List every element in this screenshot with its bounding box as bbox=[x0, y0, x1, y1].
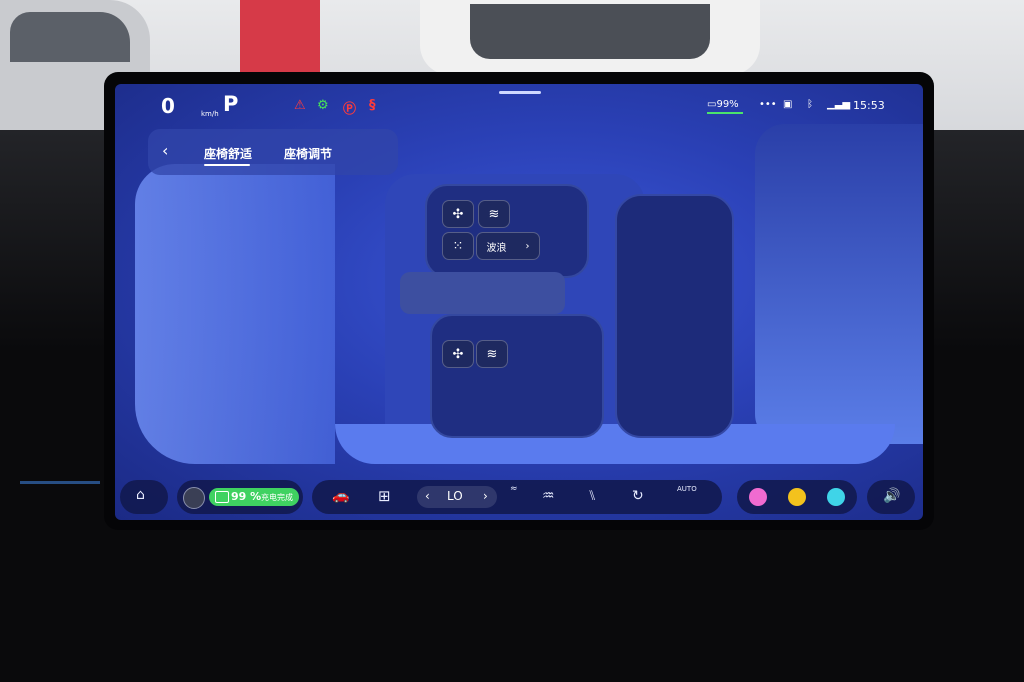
tab-seat-comfort[interactable]: 座椅舒适 bbox=[204, 145, 252, 162]
home-button[interactable]: ⌂ bbox=[120, 480, 168, 514]
temp-down-icon[interactable]: ‹ bbox=[425, 489, 430, 503]
car-icon[interactable]: 🚗 bbox=[332, 488, 349, 504]
rear-seat[interactable] bbox=[615, 194, 734, 438]
passenger-fan-icon[interactable]: ✣ bbox=[442, 200, 474, 228]
defrost-front-icon[interactable]: ♒ bbox=[542, 488, 555, 504]
infotainment-screen: ✣ ≋ ⁙ 波浪 › ✣ ≋ 0 km/h P ⚠ ⚙ Ⓟ § ▭99% •••… bbox=[115, 84, 923, 520]
car-trunk-render bbox=[755, 124, 923, 444]
massage-mode-label: 波浪 bbox=[486, 242, 507, 254]
app-shortcuts bbox=[737, 480, 857, 514]
back-chevron-icon[interactable]: ‹ bbox=[162, 141, 168, 160]
battery-status: ▭99% bbox=[707, 99, 739, 110]
seat-heat-icon[interactable]: ⑊ bbox=[588, 488, 596, 504]
auto-climate-icon[interactable]: AUTO bbox=[677, 485, 697, 493]
temp-up-icon[interactable]: › bbox=[483, 489, 488, 503]
active-tab-indicator bbox=[204, 164, 250, 166]
front-passenger-seat[interactable] bbox=[425, 184, 589, 278]
charge-status: 充电完成 bbox=[261, 493, 293, 502]
signal-icon: ▁▃▅ bbox=[827, 99, 851, 110]
car-sill-render bbox=[335, 424, 895, 464]
avatar bbox=[183, 487, 205, 509]
parking-brake-icon: Ⓟ bbox=[343, 102, 357, 117]
charging-widget[interactable]: 99 % 充电完成 bbox=[177, 480, 303, 514]
battery-percent: 99 % bbox=[231, 490, 262, 503]
gear-indicator: P bbox=[223, 92, 239, 116]
esc-off-icon: § bbox=[369, 98, 376, 113]
ambient-light bbox=[20, 481, 100, 484]
more-icon[interactable]: ••• bbox=[759, 99, 777, 110]
bluetooth-icon[interactable]: ᛒ bbox=[807, 99, 813, 110]
temperature-control: ‹ LO › bbox=[417, 486, 497, 508]
center-console bbox=[400, 272, 565, 314]
speed-readout: 0 bbox=[161, 94, 175, 118]
driver-seat[interactable] bbox=[430, 314, 604, 438]
seatbelt-warning-icon: ⚠ bbox=[294, 98, 306, 113]
driver-fan-icon[interactable]: ✣ bbox=[442, 340, 474, 368]
pull-down-handle[interactable] bbox=[499, 91, 541, 94]
car-door-render bbox=[135, 164, 335, 464]
fan-speed-icon[interactable]: ≈ bbox=[510, 484, 518, 494]
massage-mode-button[interactable]: 波浪 › bbox=[476, 232, 540, 260]
volume-icon: 🔊 bbox=[883, 488, 901, 504]
clock: 15:53 bbox=[853, 99, 885, 112]
temp-value: LO bbox=[447, 489, 463, 503]
climate-control-bar: 🚗 ⊞ ‹ LO › ≈ ♒ ⑊ ↻ AUTO bbox=[312, 480, 722, 514]
driver-heat-icon[interactable]: ≋ bbox=[476, 340, 508, 368]
home-icon: ⌂ bbox=[136, 487, 145, 503]
bottom-dock: ⌂ 99 % 充电完成 🚗 ⊞ ‹ LO › ≈ ♒ ⑊ ↻ AUTO 🔊 bbox=[115, 480, 923, 520]
passenger-heat-icon[interactable]: ≋ bbox=[478, 200, 510, 228]
battery-status-text: 99% bbox=[716, 99, 739, 110]
headlight-icon: ⚙ bbox=[317, 98, 329, 113]
volume-button[interactable]: 🔊 bbox=[867, 480, 915, 514]
chevron-right-icon: › bbox=[525, 240, 530, 252]
tab-seat-adjust[interactable]: 座椅调节 bbox=[284, 145, 332, 162]
status-bar: 0 km/h P ⚠ ⚙ Ⓟ § ▭99% ••• ▣ ᛒ ▁▃▅ 15:53 bbox=[115, 84, 923, 124]
red-sign bbox=[240, 0, 320, 72]
app-cyan-icon[interactable] bbox=[827, 488, 845, 506]
seat-tab-header: ‹ 座椅舒适 座椅调节 bbox=[148, 129, 398, 175]
battery-pill: 99 % 充电完成 bbox=[209, 488, 299, 506]
passenger-massage-icon[interactable]: ⁙ bbox=[442, 232, 474, 260]
apps-grid-icon[interactable]: ⊞ bbox=[378, 487, 391, 505]
parked-car-center bbox=[420, 0, 760, 75]
battery-underline bbox=[707, 112, 743, 114]
app-pink-icon[interactable] bbox=[749, 488, 767, 506]
battery-icon bbox=[215, 491, 229, 503]
speed-unit: km/h bbox=[201, 110, 219, 118]
recirculation-icon[interactable]: ↻ bbox=[632, 488, 644, 504]
camera-icon[interactable]: ▣ bbox=[783, 99, 792, 110]
music-app-icon[interactable] bbox=[788, 488, 806, 506]
